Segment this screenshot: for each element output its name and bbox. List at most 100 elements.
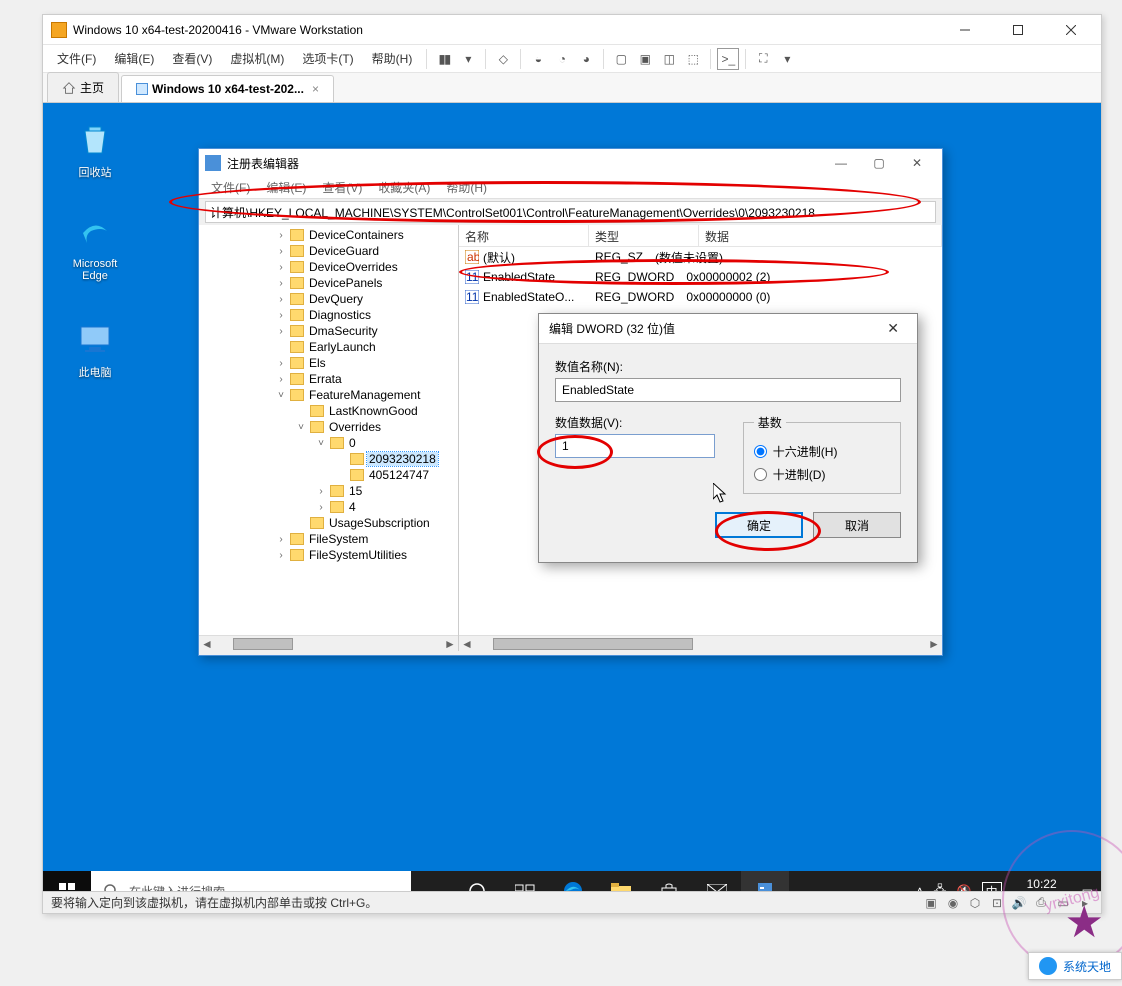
- maximize-button[interactable]: [995, 16, 1040, 44]
- multi-monitor-icon[interactable]: ◫: [658, 48, 680, 70]
- regedit-maximize[interactable]: ▢: [860, 156, 898, 170]
- regedit-tree[interactable]: ›DeviceContainers›DeviceGuard›DeviceOver…: [199, 225, 459, 651]
- menu-help[interactable]: 帮助(H): [364, 46, 421, 71]
- tree-item[interactable]: ›DeviceContainers: [199, 227, 458, 243]
- regedit-menu-edit[interactable]: 编辑(E): [258, 177, 314, 198]
- tree-expand-icon[interactable]: ›: [275, 550, 287, 561]
- site-button[interactable]: 系统天地: [1028, 952, 1122, 980]
- tree-item[interactable]: ›DmaSecurity: [199, 323, 458, 339]
- close-tab-icon[interactable]: ×: [312, 82, 319, 96]
- ok-button[interactable]: 确定: [715, 512, 803, 538]
- tree-item[interactable]: ›Errata: [199, 371, 458, 387]
- tree-expand-icon[interactable]: ›: [275, 534, 287, 545]
- tree-item[interactable]: ›DeviceGuard: [199, 243, 458, 259]
- console-icon[interactable]: >_: [717, 48, 739, 70]
- dropdown-icon[interactable]: ▾: [457, 48, 479, 70]
- tree-expand-icon[interactable]: ›: [275, 310, 287, 321]
- desktop-this-pc[interactable]: 此电脑: [57, 319, 133, 380]
- tree-item[interactable]: ›15: [199, 483, 458, 499]
- tree-expand-icon[interactable]: ›: [315, 502, 327, 513]
- tree-item[interactable]: ›Diagnostics: [199, 307, 458, 323]
- regedit-menu-help[interactable]: 帮助(H): [438, 177, 495, 198]
- dropdown2-icon[interactable]: ▾: [776, 48, 798, 70]
- tree-item[interactable]: 405124747: [199, 467, 458, 483]
- tree-expand-icon[interactable]: ›: [275, 358, 287, 369]
- tree-expand-icon[interactable]: ›: [275, 326, 287, 337]
- close-button[interactable]: [1048, 16, 1093, 44]
- radio-dec[interactable]: 十进制(D): [754, 466, 890, 483]
- regedit-close[interactable]: ✕: [898, 156, 936, 170]
- fullscreen-icon[interactable]: ▢: [610, 48, 632, 70]
- tree-expand-icon[interactable]: ›: [275, 278, 287, 289]
- vm-viewport[interactable]: 回收站 Microsoft Edge 此电脑 注册表编辑器 — ▢ ✕ 文件(F…: [43, 103, 1101, 911]
- menu-edit[interactable]: 编辑(E): [106, 46, 162, 71]
- tab-vm[interactable]: Windows 10 x64-test-202... ×: [121, 75, 334, 102]
- value-row[interactable]: 110EnabledStateO...REG_DWORD0x00000000 (…: [459, 287, 942, 307]
- radio-hex[interactable]: 十六进制(H): [754, 443, 890, 460]
- col-name[interactable]: 名称: [459, 225, 589, 246]
- tree-item[interactable]: ›DevicePanels: [199, 275, 458, 291]
- desktop-recycle-bin[interactable]: 回收站: [57, 119, 133, 180]
- tree-item-label: UsageSubscription: [327, 516, 432, 530]
- tab-home[interactable]: 主页: [47, 72, 119, 102]
- tree-expand-icon[interactable]: ˅: [315, 438, 327, 449]
- cancel-button[interactable]: 取消: [813, 512, 901, 538]
- snapshot-icon[interactable]: ◇: [492, 48, 514, 70]
- dword-close-button[interactable]: ✕: [879, 320, 907, 337]
- menu-view[interactable]: 查看(V): [164, 46, 220, 71]
- regedit-menu-view[interactable]: 查看(V): [314, 177, 370, 198]
- tree-expand-icon[interactable]: ›: [275, 374, 287, 385]
- tree-expand-icon[interactable]: ›: [275, 246, 287, 257]
- unity-icon[interactable]: ▣: [634, 48, 656, 70]
- tree-item[interactable]: ›FileSystem: [199, 531, 458, 547]
- dev-hdd-icon[interactable]: ▣: [923, 895, 939, 911]
- capture-icon[interactable]: ◒: [527, 48, 549, 70]
- tree-item[interactable]: EarlyLaunch: [199, 339, 458, 355]
- tree-expand-icon[interactable]: ›: [275, 294, 287, 305]
- vmware-window: Windows 10 x64-test-20200416 - VMware Wo…: [42, 14, 1102, 914]
- tree-expand-icon[interactable]: ˅: [275, 390, 287, 401]
- value-row[interactable]: 110EnabledStateREG_DWORD0x00000002 (2): [459, 267, 942, 287]
- tree-item[interactable]: LastKnownGood: [199, 403, 458, 419]
- tree-item[interactable]: UsageSubscription: [199, 515, 458, 531]
- menu-vm[interactable]: 虚拟机(M): [222, 46, 292, 71]
- tree-item[interactable]: ˅FeatureManagement: [199, 387, 458, 403]
- tree-item[interactable]: ›Els: [199, 355, 458, 371]
- tree-item[interactable]: ˅Overrides: [199, 419, 458, 435]
- fit-icon[interactable]: ⛶: [752, 48, 774, 70]
- col-data[interactable]: 数据: [699, 225, 942, 246]
- pause-icon[interactable]: ▮▮: [433, 48, 455, 70]
- tree-item[interactable]: ›4: [199, 499, 458, 515]
- radio-hex-input[interactable]: [754, 445, 767, 458]
- cycle-icon[interactable]: ⬚: [682, 48, 704, 70]
- radio-dec-input[interactable]: [754, 468, 767, 481]
- tree-item[interactable]: ›DevQuery: [199, 291, 458, 307]
- desktop-edge[interactable]: Microsoft Edge: [57, 213, 133, 282]
- tree-horizontal-scrollbar[interactable]: ◄►: [199, 635, 458, 651]
- tree-item[interactable]: 2093230218: [199, 451, 458, 467]
- list-horizontal-scrollbar[interactable]: ◄►: [459, 635, 942, 651]
- regedit-minimize[interactable]: —: [822, 156, 860, 170]
- revert-icon[interactable]: ◕: [575, 48, 597, 70]
- dword-data-input[interactable]: [555, 434, 715, 458]
- menu-tabs[interactable]: 选项卡(T): [294, 46, 361, 71]
- dev-net-icon[interactable]: ⬡: [967, 895, 983, 911]
- minimize-button[interactable]: [942, 16, 987, 44]
- tree-item[interactable]: ˅0: [199, 435, 458, 451]
- value-row[interactable]: ab(默认)REG_SZ(数值未设置): [459, 247, 942, 267]
- tree-expand-icon[interactable]: ›: [275, 230, 287, 241]
- regedit-address-bar[interactable]: 计算机\HKEY_LOCAL_MACHINE\SYSTEM\ControlSet…: [205, 201, 936, 223]
- tree-expand-icon[interactable]: ›: [315, 486, 327, 497]
- menu-file[interactable]: 文件(F): [49, 46, 104, 71]
- regedit-menu-file[interactable]: 文件(F): [203, 177, 258, 198]
- regedit-menu-fav[interactable]: 收藏夹(A): [370, 177, 438, 198]
- tree-item[interactable]: ›DeviceOverrides: [199, 259, 458, 275]
- value-type: REG_DWORD: [589, 290, 680, 304]
- col-type[interactable]: 类型: [589, 225, 699, 246]
- tree-expand-icon[interactable]: ˅: [295, 422, 307, 433]
- snapshot-manager-icon[interactable]: ◔: [551, 48, 573, 70]
- dev-cd-icon[interactable]: ◉: [945, 895, 961, 911]
- tree-expand-icon[interactable]: ›: [275, 262, 287, 273]
- dword-name-input[interactable]: [555, 378, 901, 402]
- tree-item[interactable]: ›FileSystemUtilities: [199, 547, 458, 563]
